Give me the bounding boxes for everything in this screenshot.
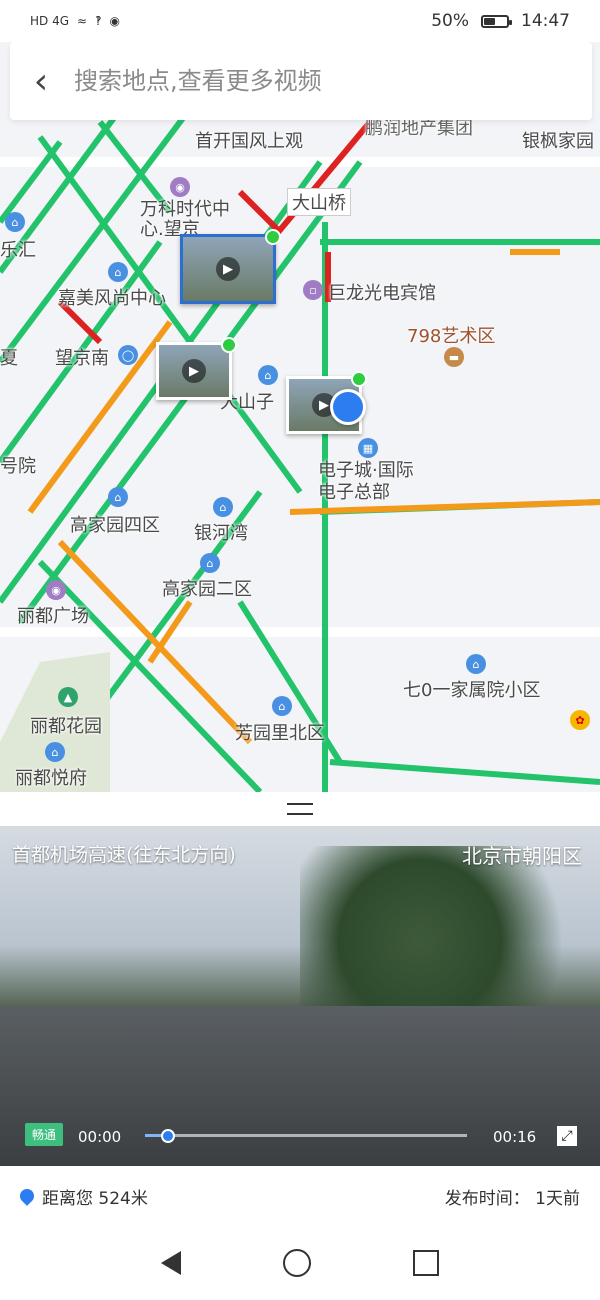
- location-icon: ◉: [109, 14, 120, 28]
- park-icon: ▲: [58, 687, 78, 707]
- poi-label[interactable]: 嘉美风尚中心: [58, 284, 166, 310]
- poi-label[interactable]: 望京南: [55, 344, 109, 370]
- home-icon: ⌂: [108, 262, 128, 282]
- poi-label[interactable]: 电子城·国际电子总部: [318, 460, 428, 504]
- video-controls: 畅通 00:00 00:16 ⤢: [0, 1104, 600, 1166]
- poi-label[interactable]: 丽都广场: [17, 602, 89, 628]
- video-marker[interactable]: ▶: [156, 337, 237, 400]
- home-icon: ⌂: [200, 553, 220, 573]
- road-name: 首都机场高速(往东北方向): [12, 844, 236, 866]
- nav-recent-icon[interactable]: [413, 1250, 439, 1276]
- subway-icon: ◯: [118, 345, 138, 365]
- poi-label[interactable]: 七0一家属院小区: [403, 676, 540, 702]
- play-icon: ▶: [216, 257, 240, 281]
- video-player[interactable]: 首都机场高速(往东北方向) 北京市朝阳区 畅通 00:00 00:16 ⤢: [0, 826, 600, 1166]
- shopping-icon: ◉: [170, 177, 190, 197]
- signal-icons: HD 4G ≈ ‽ ◉: [30, 14, 120, 28]
- gas-station-icon: ✿: [570, 710, 590, 730]
- building-icon: ▦: [358, 438, 378, 458]
- drag-handle-icon: [287, 803, 313, 815]
- info-row: 距离您 524米 发布时间： 1天前: [0, 1166, 600, 1226]
- district-name: 北京市朝阳区: [462, 844, 582, 868]
- fullscreen-icon[interactable]: ⤢: [557, 1126, 577, 1146]
- signal-label: HD 4G: [30, 14, 70, 28]
- video-marker-active[interactable]: ▶: [180, 229, 281, 304]
- poi-label[interactable]: 号院: [0, 452, 36, 478]
- current-time: 00:00: [78, 1128, 122, 1146]
- poi-label[interactable]: 巨龙光电宾馆: [328, 279, 436, 305]
- clock: 14:47: [521, 11, 570, 31]
- poi-label[interactable]: 798艺术区: [407, 322, 495, 348]
- status-bar: HD 4G ≈ ‽ ◉ 50% 14:47: [0, 0, 600, 42]
- search-bar[interactable]: ‹: [10, 42, 592, 120]
- poi-label[interactable]: 首开国风上观: [195, 127, 303, 153]
- home-icon: ⌂: [5, 212, 25, 232]
- search-input[interactable]: [72, 66, 546, 96]
- map-view[interactable]: ‹ 首开国风上观 鹏润地产集团 银枫家园 万科时代中心.望京 大山桥 嘉美风尚中…: [0, 42, 600, 792]
- poi-label[interactable]: 银枫家园: [522, 127, 594, 153]
- wifi-icon: ≈: [77, 14, 88, 28]
- poi-label[interactable]: 丽都悦府: [15, 764, 87, 790]
- home-icon: ⌂: [45, 742, 65, 762]
- home-icon: ⌂: [213, 497, 233, 517]
- nav-home-icon[interactable]: [283, 1249, 311, 1277]
- home-icon: ⌂: [108, 487, 128, 507]
- battery-percent: 50%: [431, 11, 469, 31]
- poi-label[interactable]: 大山桥: [287, 188, 351, 216]
- home-icon: ⌂: [258, 365, 278, 385]
- live-dot: [265, 229, 281, 245]
- live-dot: [351, 371, 367, 387]
- duration: 00:16: [493, 1128, 537, 1146]
- current-location-dot: [330, 389, 366, 425]
- poi-label[interactable]: 银河湾: [194, 519, 248, 545]
- publish-time: 发布时间： 1天前: [444, 1188, 580, 1209]
- poi-label[interactable]: 高家园二区: [162, 575, 252, 601]
- shopping-icon: ◉: [46, 580, 66, 600]
- live-dot: [221, 337, 237, 353]
- nav-back-icon[interactable]: [161, 1251, 181, 1275]
- battery-icon: [481, 14, 512, 28]
- poi-label[interactable]: 芳园里北区: [235, 719, 325, 745]
- progress-knob[interactable]: [160, 1129, 175, 1143]
- hotel-icon: ▫: [303, 280, 323, 300]
- back-arrow-icon[interactable]: ‹: [10, 42, 72, 120]
- traffic-status-badge: 畅通: [25, 1123, 64, 1146]
- drag-handle[interactable]: [0, 792, 600, 826]
- bluetooth-icon: ‽: [95, 14, 102, 28]
- distance-text: 距离您 524米: [42, 1188, 148, 1209]
- poi-label[interactable]: 夏: [0, 344, 18, 370]
- play-icon: ▶: [182, 359, 206, 383]
- poi-label[interactable]: 高家园四区: [70, 511, 160, 537]
- poi-label[interactable]: 丽都花园: [30, 712, 102, 738]
- home-icon: ⌂: [272, 696, 292, 716]
- system-nav-bar: [0, 1226, 600, 1300]
- progress-track[interactable]: [145, 1134, 467, 1137]
- museum-icon: ▬: [444, 347, 464, 367]
- poi-label[interactable]: 乐汇: [0, 236, 36, 262]
- home-icon: ⌂: [466, 654, 486, 674]
- location-pin-icon: [17, 1186, 37, 1206]
